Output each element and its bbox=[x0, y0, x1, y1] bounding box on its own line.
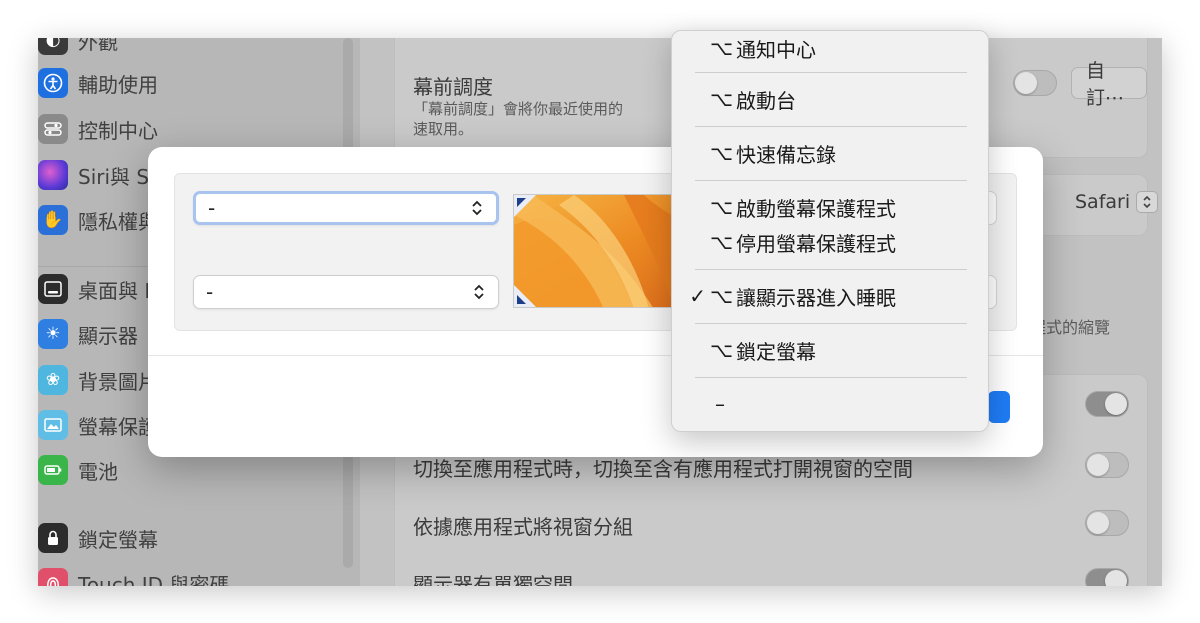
switch-space-label: 切換至應用程式時，切換至含有應用程式打開視窗的空間 bbox=[413, 457, 913, 481]
privacy-hand-icon: ✋ bbox=[38, 205, 68, 235]
stage-manager-toggle[interactable] bbox=[1013, 70, 1057, 96]
sidebar-item-label: 螢幕保護 bbox=[78, 414, 158, 439]
first-toggle[interactable] bbox=[1085, 391, 1129, 417]
menu-item-label: 快速備忘錄 bbox=[736, 142, 836, 167]
menu-item-label: 鎖定螢幕 bbox=[736, 339, 816, 364]
chevron-updown-icon bbox=[1136, 191, 1159, 213]
stage-manager-desc-line: 「幕前調度」會將你最近使用的 bbox=[413, 100, 624, 118]
sidebar-item-label: Touch ID 與密碼 bbox=[78, 572, 230, 587]
siri-icon bbox=[38, 160, 68, 190]
group-windows-toggle[interactable] bbox=[1085, 510, 1129, 536]
battery-icon bbox=[38, 455, 68, 485]
sidebar-item-battery[interactable]: 電池 bbox=[38, 452, 118, 488]
bottom-left-corner-value: - bbox=[206, 280, 214, 304]
none-dash: – bbox=[715, 392, 725, 416]
lock-screen-icon bbox=[38, 523, 68, 553]
sidebar-item-label: 鎖定螢幕 bbox=[78, 527, 158, 552]
sidebar-item-display[interactable]: ☀ 顯示器 bbox=[38, 316, 138, 352]
display-sun-icon: ☀ bbox=[38, 319, 68, 349]
stage-manager-desc: 「幕前調度」會將你最近使用的 速取用。 bbox=[413, 99, 623, 139]
menu-item-label: 停用螢幕保護程式 bbox=[736, 231, 896, 256]
option-key-icon: ⌥ bbox=[710, 141, 734, 165]
menu-separator bbox=[695, 72, 967, 73]
sidebar-item-screensaver[interactable]: 螢幕保護 bbox=[38, 407, 158, 443]
option-key-icon: ⌥ bbox=[710, 36, 734, 60]
hot-corner-action-menu: ⌥ 通知中心 ⌥ 啟動台 ⌥ 快速備忘錄 ⌥ 啟動螢幕保護程式 ⌥ 停用螢幕保護… bbox=[671, 30, 989, 432]
sidebar-item-label: 背景圖片 bbox=[78, 369, 158, 394]
sidebar-item-desktop-dock[interactable]: 桌面與 D bbox=[38, 271, 160, 307]
top-left-corner-select[interactable]: - bbox=[193, 191, 499, 225]
switch-space-toggle[interactable] bbox=[1085, 452, 1129, 478]
top-left-corner-value: - bbox=[208, 196, 216, 220]
menu-item-label: 讓顯示器進入睡眠 bbox=[736, 285, 896, 310]
desktop-dock-icon bbox=[38, 274, 68, 304]
checkmark-icon: ✓ bbox=[689, 284, 706, 308]
menu-separator bbox=[695, 180, 967, 181]
sidebar-item-appearance[interactable]: ◐ 外觀 bbox=[38, 38, 118, 58]
option-key-icon: ⌥ bbox=[710, 284, 734, 308]
sidebar-item-label: 電池 bbox=[78, 459, 118, 484]
default-browser-select[interactable]: Safari bbox=[1075, 191, 1159, 213]
sidebar-item-wallpaper[interactable]: ❀ 背景圖片 bbox=[38, 362, 158, 398]
menu-item-label: 啟動螢幕保護程式 bbox=[736, 196, 896, 221]
option-key-icon: ⌥ bbox=[710, 338, 734, 362]
menu-item-disable-screensaver[interactable]: ⌥ 停用螢幕保護程式 bbox=[672, 225, 988, 259]
sidebar-item-privacy[interactable]: ✋ 隱私權與 bbox=[38, 202, 158, 238]
menu-separator bbox=[695, 126, 967, 127]
bottom-left-corner-select[interactable]: - bbox=[193, 275, 499, 309]
customize-button[interactable]: 自訂⋯ bbox=[1071, 60, 1147, 109]
menu-item-display-sleep[interactable]: ✓ ⌥ 讓顯示器進入睡眠 bbox=[672, 279, 988, 313]
sidebar-item-touch-id[interactable]: Touch ID 與密碼 bbox=[38, 565, 229, 586]
screensaver-icon bbox=[38, 410, 68, 440]
separate-spaces-label: 顯示器有單獨空間 bbox=[413, 573, 573, 586]
sidebar-item-lock-screen[interactable]: 鎖定螢幕 bbox=[38, 520, 158, 556]
option-key-icon: ⌥ bbox=[710, 87, 734, 111]
sidebar-item-accessibility[interactable]: 輔助使用 bbox=[38, 65, 158, 101]
sidebar-item-control-center[interactable]: 控制中心 bbox=[38, 111, 158, 147]
bottom-left-corner-icon bbox=[514, 285, 536, 307]
menu-separator bbox=[695, 377, 967, 378]
sidebar-item-label: 顯示器 bbox=[78, 323, 138, 348]
appearance-icon: ◐ bbox=[38, 38, 68, 55]
menu-item-launchpad[interactable]: ⌥ 啟動台 bbox=[672, 82, 988, 116]
menu-item-lock-screen[interactable]: ⌥ 鎖定螢幕 bbox=[672, 333, 988, 367]
stage-manager-title: 幕前調度 bbox=[413, 75, 493, 99]
stage-manager-desc-line: 速取用。 bbox=[413, 120, 474, 138]
wallpaper-flower-icon: ❀ bbox=[38, 365, 68, 395]
accessibility-icon bbox=[38, 68, 68, 98]
chevron-updown-icon bbox=[474, 284, 484, 300]
menu-item-start-screensaver[interactable]: ⌥ 啟動螢幕保護程式 bbox=[672, 190, 988, 224]
group-windows-label: 依據應用程式將視窗分組 bbox=[413, 515, 633, 539]
sidebar-item-siri[interactable]: Siri與 S bbox=[38, 157, 149, 193]
sidebar-item-label: 隱私權與 bbox=[78, 209, 158, 234]
browser-value: Safari bbox=[1075, 191, 1131, 213]
done-button[interactable] bbox=[988, 391, 1010, 423]
menu-item-none[interactable]: – bbox=[672, 387, 988, 421]
sidebar-item-label: 輔助使用 bbox=[78, 72, 158, 97]
option-key-icon: ⌥ bbox=[710, 230, 734, 254]
touch-id-icon bbox=[38, 568, 68, 586]
menu-separator bbox=[695, 269, 967, 270]
menu-separator bbox=[695, 323, 967, 324]
sidebar-item-label: Siri與 S bbox=[78, 164, 150, 189]
chevron-updown-icon bbox=[472, 200, 482, 216]
sidebar-item-label: 控制中心 bbox=[78, 118, 158, 143]
option-key-icon: ⌥ bbox=[710, 195, 734, 219]
top-left-corner-icon bbox=[514, 195, 536, 217]
separate-spaces-toggle[interactable] bbox=[1085, 568, 1129, 586]
menu-item-label: 啟動台 bbox=[736, 88, 796, 113]
screenshot-frame: ◐ 外觀 輔助使用 控制中心 Siri與 S ✋ 隱私權與 桌面與 D ☀ 顯示… bbox=[0, 0, 1200, 623]
menu-item-notification-center[interactable]: ⌥ 通知中心 bbox=[672, 31, 988, 65]
control-center-icon bbox=[38, 114, 68, 144]
menu-item-label: 通知中心 bbox=[736, 37, 816, 62]
menu-item-quick-note[interactable]: ⌥ 快速備忘錄 bbox=[672, 136, 988, 170]
sidebar-item-label: 外觀 bbox=[78, 38, 118, 54]
